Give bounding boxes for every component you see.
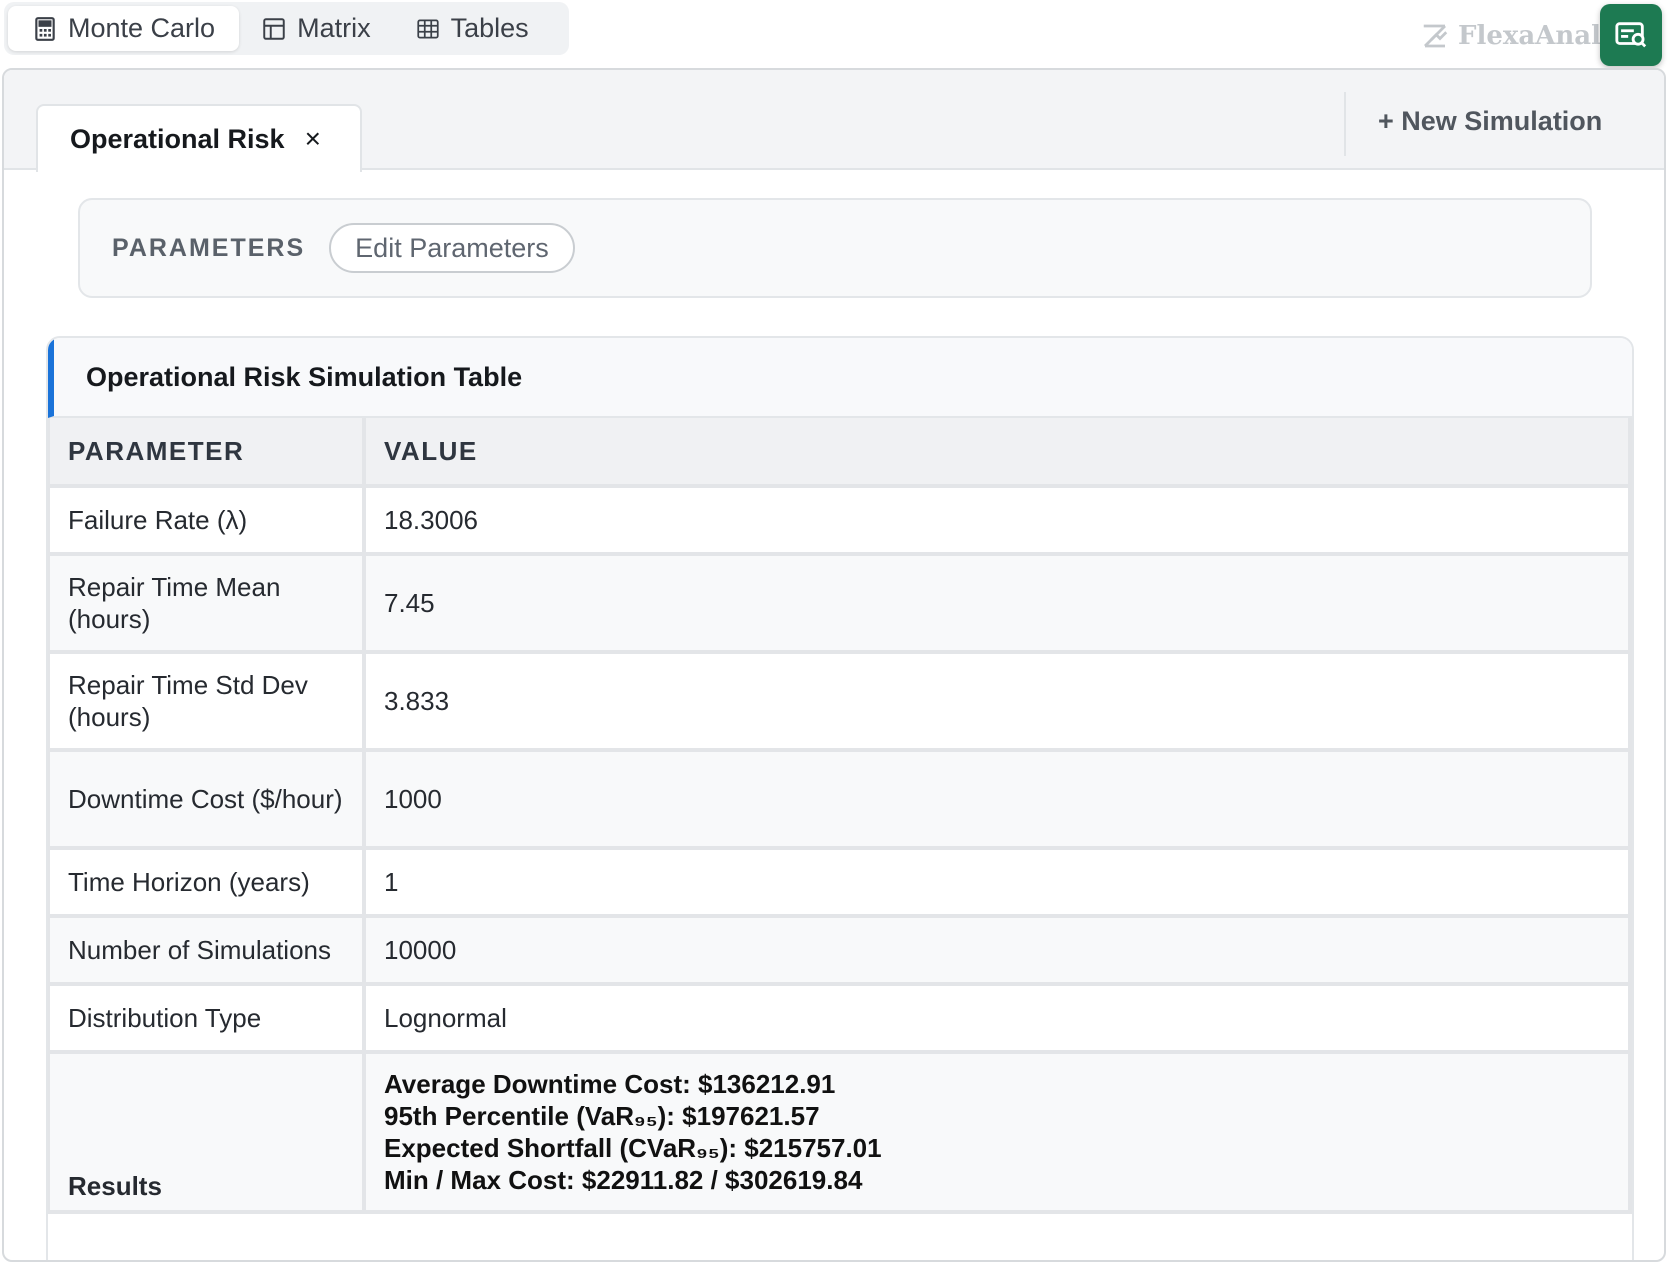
calculator-icon <box>35 16 55 41</box>
results-list: Average Downtime Cost: $136212.91 95th P… <box>384 1054 1610 1210</box>
table-row: Downtime Cost ($/hour) 1000 <box>48 752 1632 850</box>
table-row: Repair Time Mean (hours) 7.45 <box>48 556 1632 654</box>
column-header-value: VALUE <box>366 418 1632 488</box>
tables-button[interactable]: Tables <box>393 6 551 51</box>
floating-action-button[interactable] <box>1600 4 1662 66</box>
column-header-parameter: PARAMETER <box>48 418 366 488</box>
edit-parameters-button[interactable]: Edit Parameters <box>329 223 575 273</box>
table-row: Distribution Type Lognormal <box>48 986 1632 1054</box>
brand-logo: FlexaAnaly <box>1420 16 1600 56</box>
top-toolbar: Monte Carlo Matrix Tables FlexaAnal <box>0 0 1668 66</box>
value-cell: 7.45 <box>366 556 1632 654</box>
monte-carlo-button[interactable]: Monte Carlo <box>8 6 240 51</box>
chart-logo-icon <box>1423 24 1448 48</box>
param-cell: Downtime Cost ($/hour) <box>48 752 366 850</box>
monte-carlo-label: Monte Carlo <box>68 13 216 43</box>
param-cell: Number of Simulations <box>48 918 366 986</box>
table-header-row: PARAMETER VALUE <box>48 418 1632 488</box>
value-cell: 18.3006 <box>366 488 1632 556</box>
param-cell: Repair Time Mean (hours) <box>48 556 366 654</box>
data-viewer-icon <box>1615 22 1647 48</box>
param-cell: Repair Time Std Dev (hours) <box>48 654 366 752</box>
table-icon <box>416 18 439 39</box>
param-cell: Time Horizon (years) <box>48 850 366 918</box>
value-cell: Lognormal <box>366 986 1632 1054</box>
tables-label: Tables <box>450 13 529 43</box>
result-cvar95: Expected Shortfall (CVaR₉₅): $215757.01 <box>384 1133 882 1163</box>
tab-label: Operational Risk <box>70 123 285 154</box>
param-cell: Failure Rate (λ) <box>48 488 366 556</box>
table-row: Repair Time Std Dev (hours) 3.833 <box>48 654 1632 752</box>
value-cell: 1 <box>366 850 1632 918</box>
value-cell: 3.833 <box>366 654 1632 752</box>
result-average-cost: Average Downtime Cost: $136212.91 <box>384 1069 836 1099</box>
result-min-max: Min / Max Cost: $22911.82 / $302619.84 <box>384 1165 863 1195</box>
tab-strip: Operational Risk × + New Simulation <box>4 70 1664 172</box>
simulation-table: PARAMETER VALUE Failure Rate (λ) 18.3006… <box>48 418 1632 1214</box>
table-title: Operational Risk Simulation Table <box>86 361 523 392</box>
table-row: Time Horizon (years) 1 <box>48 850 1632 918</box>
parameters-label: PARAMETERS <box>112 233 306 262</box>
tab-operational-risk[interactable]: Operational Risk × <box>36 104 362 172</box>
results-value-cell: Average Downtime Cost: $136212.91 95th P… <box>366 1054 1632 1214</box>
value-cell: 1000 <box>366 752 1632 850</box>
result-var95: 95th Percentile (VaR₉₅): $197621.57 <box>384 1101 820 1131</box>
parameters-bar: PARAMETERS Edit Parameters <box>78 198 1592 298</box>
simulation-panel: Operational Risk × + New Simulation PARA… <box>2 68 1666 1262</box>
table-row: Failure Rate (λ) 18.3006 <box>48 488 1632 556</box>
matrix-button[interactable]: Matrix <box>239 6 393 51</box>
view-switcher: Monte Carlo Matrix Tables <box>4 2 569 55</box>
value-cell: 10000 <box>366 918 1632 986</box>
card-header: Operational Risk Simulation Table <box>48 338 1632 418</box>
new-simulation-button[interactable]: + New Simulation <box>1378 106 1602 146</box>
matrix-label: Matrix <box>297 13 371 43</box>
param-cell: Distribution Type <box>48 986 366 1054</box>
tabstrip-divider <box>1344 92 1346 156</box>
results-label: Results <box>48 1054 366 1214</box>
matrix-icon <box>263 17 285 40</box>
close-icon[interactable]: × <box>305 125 321 153</box>
results-row: Results Average Downtime Cost: $136212.9… <box>48 1054 1632 1214</box>
table-row: Number of Simulations 10000 <box>48 918 1632 986</box>
simulation-table-card: Operational Risk Simulation Table PARAME… <box>46 336 1634 1260</box>
brand-name: FlexaAnaly <box>1458 21 1600 51</box>
